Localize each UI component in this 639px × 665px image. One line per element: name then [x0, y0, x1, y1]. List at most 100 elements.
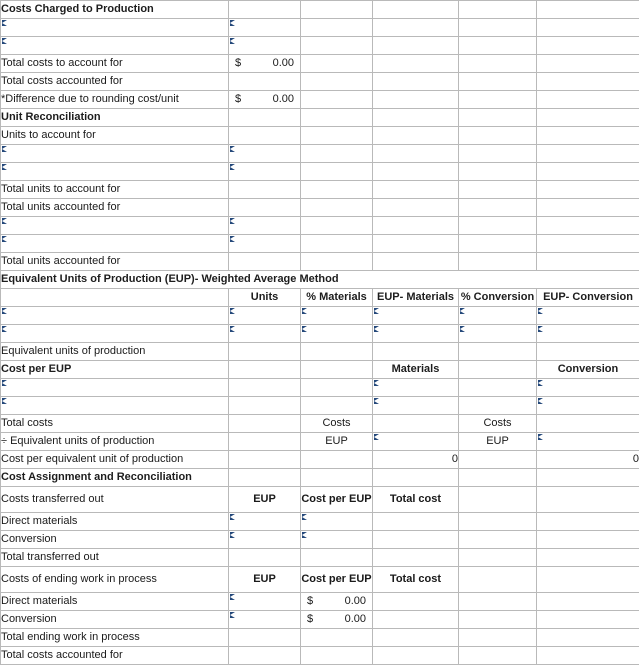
table-row: Units to account for [1, 127, 639, 145]
units-accounted-line-1-value-input[interactable] [229, 217, 301, 235]
cost-per-eup-line-1-materials-input[interactable] [373, 379, 459, 397]
cost-line-1-amount-input[interactable] [229, 19, 301, 37]
total-costs-conversion-tag: Costs [459, 415, 537, 433]
total-ending-wip-eup [229, 629, 301, 647]
units-accounted-line-1-label-input[interactable] [1, 217, 229, 235]
empty-cell [301, 1, 373, 19]
table-row [1, 145, 639, 163]
empty-cell [537, 127, 639, 145]
eup-line-1-eup-materials-input[interactable] [373, 307, 459, 325]
total-units-accounted-bottom-value [229, 253, 301, 271]
total-units-accounted-top-value [229, 199, 301, 217]
empty-cell [373, 199, 459, 217]
section-header-cost-per-eup: Cost per EUP Materials Conversion [1, 361, 639, 379]
total-transferred-out-label: Total transferred out [1, 549, 229, 567]
eup-col-pct-materials: % Materials [301, 289, 373, 307]
eup-line-2-label-input[interactable] [1, 325, 229, 343]
empty-cell [301, 253, 373, 271]
cost-assignment-blank-5 [537, 469, 639, 487]
eup-line-2-pct-conversion-input[interactable] [459, 325, 537, 343]
currency-symbol: $ [307, 611, 313, 628]
ending-wip-dm-blank-1 [459, 593, 537, 611]
transferred-out-conversion-eup-input[interactable] [229, 531, 301, 549]
cost-assignment-blank-1 [229, 469, 301, 487]
cost-per-eup-line-2-label-input[interactable] [1, 397, 229, 415]
empty-cell [537, 163, 639, 181]
eup-line-1-eup-conversion-input[interactable] [537, 307, 639, 325]
eup-line-2-units-input[interactable] [229, 325, 301, 343]
table-row [1, 37, 639, 55]
eup-line-1-units-input[interactable] [229, 307, 301, 325]
equivalent-units-pct-conversion-value [459, 343, 537, 361]
cost-per-eup-line-1-conversion-input[interactable] [537, 379, 639, 397]
total-transferred-out-total [373, 549, 459, 567]
cost-per-equivalent-unit-pct-materials [301, 451, 373, 469]
empty-cell [373, 253, 459, 271]
eup-line-2-pct-materials-input[interactable] [301, 325, 373, 343]
ending-wip-header-row: Costs of ending work in process EUP Cost… [1, 567, 639, 593]
total-costs-accounted-for-eup [229, 647, 301, 665]
costs-transferred-out-header-row: Costs transferred out EUP Cost per EUP T… [1, 487, 639, 513]
cost-line-2-amount-input[interactable] [229, 37, 301, 55]
equivalent-units-units-value [229, 343, 301, 361]
eup-line-1-pct-materials-input[interactable] [301, 307, 373, 325]
ending-wip-dm-blank-2 [537, 593, 639, 611]
cost-per-eup-blank-3 [459, 361, 537, 379]
section-header-costs-charged: Costs Charged to Production [1, 1, 639, 19]
ending-wip-direct-materials-eup-input[interactable] [229, 593, 301, 611]
units-line-1-value-input[interactable] [229, 145, 301, 163]
transferred-out-conversion-cost-per-eup-input[interactable] [301, 531, 373, 549]
empty-cell [459, 1, 537, 19]
currency-symbol: $ [307, 593, 313, 610]
table-row: Direct materials $ 0.00 [1, 593, 639, 611]
eup-title: Equivalent Units of Production (EUP)- We… [1, 271, 639, 289]
eup-line-2-eup-materials-input[interactable] [373, 325, 459, 343]
total-units-accounted-top-label: Total units accounted for [1, 199, 229, 217]
transferred-out-col-eup: EUP [229, 487, 301, 513]
divided-by-eup-conversion-tag: EUP [459, 433, 537, 451]
table-row [1, 217, 639, 235]
eup-line-1-label-input[interactable] [1, 307, 229, 325]
empty-cell [373, 55, 459, 73]
total-costs-to-account-value: $ 0.00 [229, 55, 301, 73]
total-costs-conversion-value [537, 415, 639, 433]
transferred-out-direct-materials-eup-input[interactable] [229, 513, 301, 531]
units-line-1-label-input[interactable] [1, 145, 229, 163]
divided-by-eup-materials-input[interactable] [373, 433, 459, 451]
table-row: Total transferred out [1, 549, 639, 567]
rounding-difference-label: *Difference due to rounding cost/unit [1, 91, 229, 109]
cost-per-eup-line-2-conversion-input[interactable] [537, 397, 639, 415]
transferred-out-dm-blank-1 [459, 513, 537, 531]
total-ending-wip-blank-1 [459, 629, 537, 647]
units-line-2-value-input[interactable] [229, 163, 301, 181]
units-accounted-line-2-value-input[interactable] [229, 235, 301, 253]
empty-cell [301, 163, 373, 181]
cost-per-eup-title: Cost per EUP [1, 361, 229, 379]
total-ending-wip-total [373, 629, 459, 647]
empty-cell [373, 1, 459, 19]
units-line-2-label-input[interactable] [1, 163, 229, 181]
ending-wip-col-total-cost: Total cost [373, 567, 459, 593]
empty-cell [537, 109, 639, 127]
cost-line-1-label-input[interactable] [1, 19, 229, 37]
cost-per-eup-line-2-materials-input[interactable] [373, 397, 459, 415]
transferred-out-direct-materials-cost-per-eup-input[interactable] [301, 513, 373, 531]
costs-transferred-out-label: Costs transferred out [1, 487, 229, 513]
units-accounted-line-2-label-input[interactable] [1, 235, 229, 253]
table-row: Total costs to account for $ 0.00 [1, 55, 639, 73]
total-ending-wip-cost-per-eup [301, 629, 373, 647]
eup-line-1-pct-conversion-input[interactable] [459, 307, 537, 325]
transferred-out-blank-1 [459, 487, 537, 513]
empty-cell [459, 145, 537, 163]
empty-cell [459, 73, 537, 91]
table-row: Total units to account for [1, 181, 639, 199]
divided-by-eup-conversion-input[interactable] [537, 433, 639, 451]
empty-cell [459, 181, 537, 199]
cost-per-eup-line-1-label-input[interactable] [1, 379, 229, 397]
unit-reconciliation-title-spacer [229, 109, 301, 127]
ending-wip-conversion-eup-input[interactable] [229, 611, 301, 629]
empty-cell [459, 199, 537, 217]
table-row: Direct materials [1, 513, 639, 531]
eup-line-2-eup-conversion-input[interactable] [537, 325, 639, 343]
cost-line-2-label-input[interactable] [1, 37, 229, 55]
